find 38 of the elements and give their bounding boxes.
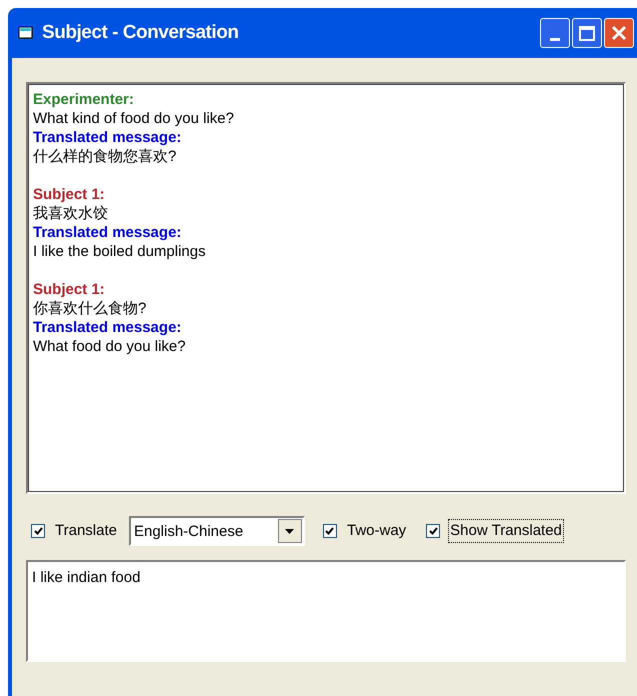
translated-text: I like the boiled dumplings [33,242,207,261]
dropdown-arrow-button[interactable] [278,519,302,543]
minimize-button[interactable] [540,18,570,48]
checkbox-option[interactable]: Translate [31,518,119,544]
checkbox-label: Show Translated [448,518,564,544]
close-icon [611,25,627,41]
dropdown-value: English-Chinese [132,524,244,538]
caret-icon [285,528,294,534]
check-icon [428,527,438,535]
translation-label: Translated message: [33,223,182,242]
translation-label: Translated message: [33,128,182,147]
window-icon [18,26,34,40]
speaker-name: Experimenter: [33,90,135,109]
maximize-icon [579,26,595,40]
checkbox[interactable] [322,524,337,538]
minimize-icon [550,38,560,41]
message-input[interactable]: I like indian food [26,560,626,662]
translated-text: 什么样的食物您喜欢? [33,147,178,166]
translation-label: Translated message: [33,318,182,337]
message-text: 你喜欢什么食物? [33,299,148,318]
translated-text: What food do you like? [33,337,187,356]
speaker-name: Subject 1: [33,185,106,204]
message-text: 我喜欢水饺 [33,204,109,223]
checkbox-option[interactable]: Two-way [322,518,408,544]
close-button[interactable] [604,18,634,48]
checkbox[interactable] [31,524,45,538]
maximize-button[interactable] [572,18,602,48]
window-title: Subject - Conversation [42,20,238,45]
message-text: What kind of food do you like? [33,109,235,128]
check-icon [34,527,42,535]
checkbox-option[interactable]: Show Translated [426,518,564,544]
language-dropdown[interactable]: English-Chinese [128,516,305,546]
check-icon [325,527,334,535]
input-text: I like indian food [32,569,140,586]
speaker-name: Subject 1: [33,280,106,299]
checkbox[interactable] [426,524,440,538]
checkbox-label: Two-way [346,520,408,541]
checkbox-label: Translate [54,520,118,541]
